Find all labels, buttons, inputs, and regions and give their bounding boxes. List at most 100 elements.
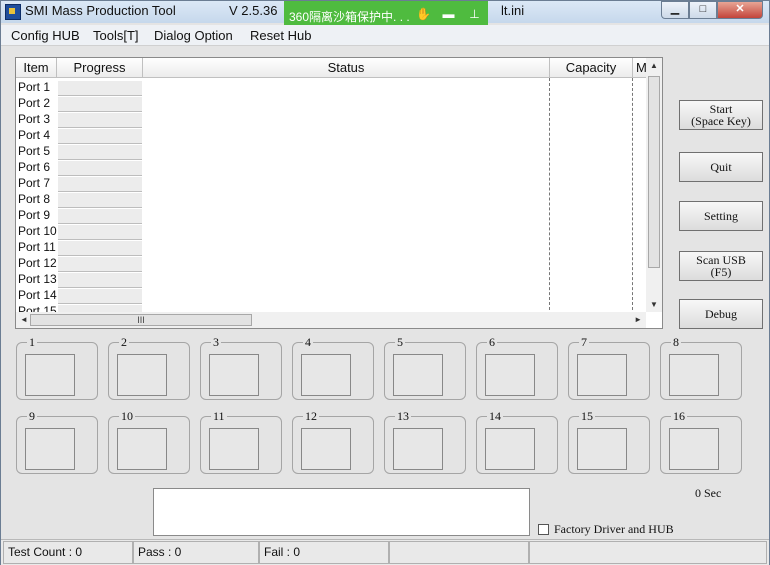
port-row-label[interactable]: Port 4 (18, 128, 50, 142)
col-capacity[interactable]: Capacity (550, 58, 633, 78)
port-row-label[interactable]: Port 14 (18, 288, 57, 302)
port-group: 6 (476, 335, 558, 400)
m-divider (632, 78, 633, 310)
scroll-up-icon[interactable]: ▲ (650, 61, 658, 70)
fail-count: Fail : 0 (259, 541, 389, 564)
port-row-label[interactable]: Port 6 (18, 160, 50, 174)
port-group-label: 1 (27, 335, 37, 350)
port-group-label: 7 (579, 335, 589, 350)
port-group: 4 (292, 335, 374, 400)
port-group-label: 13 (395, 409, 411, 424)
port-status-box (669, 354, 719, 396)
scan-usb-button[interactable]: Scan USB (F5) (679, 251, 763, 281)
port-group: 16 (660, 409, 742, 474)
port-status-box (301, 428, 351, 470)
setting-button[interactable]: Setting (679, 201, 763, 231)
port-row-label[interactable]: Port 9 (18, 208, 50, 222)
debug-button[interactable]: Debug (679, 299, 763, 329)
horizontal-scrollbar[interactable]: ◄ III ► (16, 312, 646, 328)
close-button[interactable]: ✕ (717, 1, 763, 19)
port-group: 9 (16, 409, 98, 474)
menu-tools[interactable]: Tools[T] (93, 28, 139, 43)
port-status-box (301, 354, 351, 396)
port-row-label[interactable]: Port 13 (18, 272, 57, 286)
log-box[interactable] (153, 488, 530, 536)
start-button[interactable]: Start (Space Key) (679, 100, 763, 130)
status-pane-empty-2 (529, 541, 767, 564)
status-pane-empty-1 (389, 541, 529, 564)
scroll-left-icon[interactable]: ◄ (20, 315, 28, 324)
window-ini-name: lt.ini (501, 3, 525, 18)
scroll-right-icon[interactable]: ► (634, 315, 642, 324)
col-progress[interactable]: Progress (57, 58, 143, 78)
port-group: 2 (108, 335, 190, 400)
port-status-box (393, 428, 443, 470)
start-key-hint: (Space Key) (691, 114, 751, 128)
quit-button[interactable]: Quit (679, 152, 763, 182)
port-progress-cell (58, 193, 142, 208)
port-progress-cell (58, 161, 142, 176)
port-group: 15 (568, 409, 650, 474)
vertical-scroll-thumb[interactable] (648, 76, 660, 268)
port-row-label[interactable]: Port 7 (18, 176, 50, 190)
port-row-label[interactable]: Port 2 (18, 96, 50, 110)
port-group-label: 12 (303, 409, 319, 424)
title-bar: SMI Mass Production Tool V 2.5.36 lt.ini… (1, 1, 769, 29)
menu-dialog-option[interactable]: Dialog Option (154, 28, 233, 43)
port-row-label[interactable]: Port 1 (18, 80, 50, 94)
port-group: 12 (292, 409, 374, 474)
port-status-box (25, 428, 75, 470)
col-m[interactable]: M (633, 58, 647, 78)
window-controls: ▁ □ ✕ (661, 1, 763, 19)
port-group-label: 4 (303, 335, 313, 350)
port-status-box (577, 428, 627, 470)
port-row-label[interactable]: Port 8 (18, 192, 50, 206)
port-status-box (393, 354, 443, 396)
col-status[interactable]: Status (143, 58, 550, 78)
port-row-label[interactable]: Port 3 (18, 112, 50, 126)
factory-driver-checkbox[interactable] (538, 524, 549, 535)
sandbox-text: 360隔离沙箱保护中. . . (289, 10, 410, 24)
scan-key-hint: (F5) (710, 265, 732, 279)
folder-icon[interactable]: ▬ (442, 8, 455, 21)
menu-bar: Config HUB Tools[T] Dialog Option Reset … (1, 25, 769, 46)
pin-icon[interactable]: ⊥ (468, 8, 481, 21)
horizontal-scroll-thumb[interactable]: III (30, 314, 252, 326)
app-icon (5, 4, 21, 20)
port-status-box (117, 428, 167, 470)
port-group-label: 2 (119, 335, 129, 350)
port-group-label: 15 (579, 409, 595, 424)
hand-icon[interactable]: ✋ (416, 8, 431, 21)
maximize-button[interactable]: □ (689, 1, 717, 19)
port-group: 11 (200, 409, 282, 474)
scroll-down-icon[interactable]: ▼ (650, 300, 658, 309)
minimize-button[interactable]: ▁ (661, 1, 689, 19)
vertical-scrollbar[interactable]: ▲ ▼ (646, 58, 662, 312)
port-progress-cell (58, 257, 142, 272)
port-group-label: 8 (671, 335, 681, 350)
port-status-box (669, 428, 719, 470)
menu-reset-hub[interactable]: Reset Hub (250, 28, 311, 43)
elapsed-timer: 0 Sec (695, 486, 722, 500)
col-item[interactable]: Item (16, 58, 57, 78)
port-row-label[interactable]: Port 5 (18, 144, 50, 158)
port-status-box (485, 354, 535, 396)
port-progress-cell (58, 225, 142, 240)
port-progress-cell (58, 241, 142, 256)
capacity-divider (549, 78, 550, 310)
port-group-label: 14 (487, 409, 503, 424)
port-group: 10 (108, 409, 190, 474)
port-progress-cell (58, 177, 142, 192)
port-status-box (117, 354, 167, 396)
port-group: 14 (476, 409, 558, 474)
port-group: 13 (384, 409, 466, 474)
menu-config-hub[interactable]: Config HUB (11, 28, 80, 43)
port-row-label[interactable]: Port 11 (18, 240, 56, 254)
port-progress-cell (58, 289, 142, 304)
app-window: SMI Mass Production Tool V 2.5.36 lt.ini… (0, 0, 770, 565)
port-row-label[interactable]: Port 12 (18, 256, 57, 270)
port-row-label[interactable]: Port 10 (18, 224, 57, 238)
port-progress-cell (58, 81, 142, 96)
port-list[interactable]: Item Progress Status Capacity M Port 1 Po… (15, 57, 663, 329)
port-group: 5 (384, 335, 466, 400)
